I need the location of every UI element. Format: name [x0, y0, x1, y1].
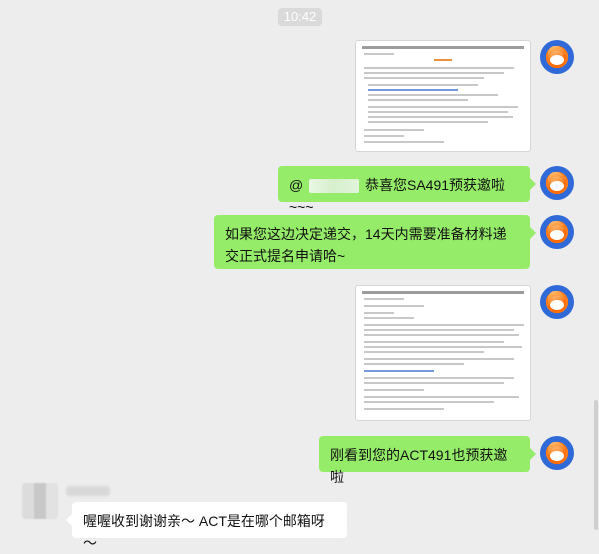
contact-avatar[interactable]: [22, 483, 58, 519]
self-avatar[interactable]: [540, 436, 574, 470]
message-bubble[interactable]: @ 恭喜您SA491预获邀啦~~~: [278, 166, 536, 215]
scrollbar[interactable]: [594, 400, 598, 530]
redacted-name: [309, 179, 360, 194]
message-bubble[interactable]: 如果您这边决定递交，14天内需要准备材料递交正式提名申请哈~: [214, 215, 536, 269]
message-timestamp: 10:42: [278, 8, 322, 26]
email-screenshot-image[interactable]: [355, 40, 531, 152]
message-bubble[interactable]: 刚看到您的ACT491也预获邀啦: [319, 436, 536, 485]
contact-name-redacted: [66, 486, 110, 496]
message-text: 刚看到您的ACT491也预获邀啦: [330, 447, 508, 485]
mention-symbol: @: [289, 177, 304, 193]
message-bubble[interactable]: 喔喔收到谢谢亲～ ACT是在哪个邮箱呀～: [66, 502, 347, 551]
email-screenshot-image[interactable]: [355, 285, 531, 421]
self-avatar[interactable]: [540, 40, 574, 74]
self-avatar[interactable]: [540, 166, 574, 200]
message-text: 喔喔收到谢谢亲～ ACT是在哪个邮箱呀～: [83, 513, 325, 551]
message-text: 如果您这边决定递交，14天内需要准备材料递交正式提名申请哈~: [225, 226, 507, 264]
self-avatar[interactable]: [540, 215, 574, 249]
self-avatar[interactable]: [540, 285, 574, 319]
